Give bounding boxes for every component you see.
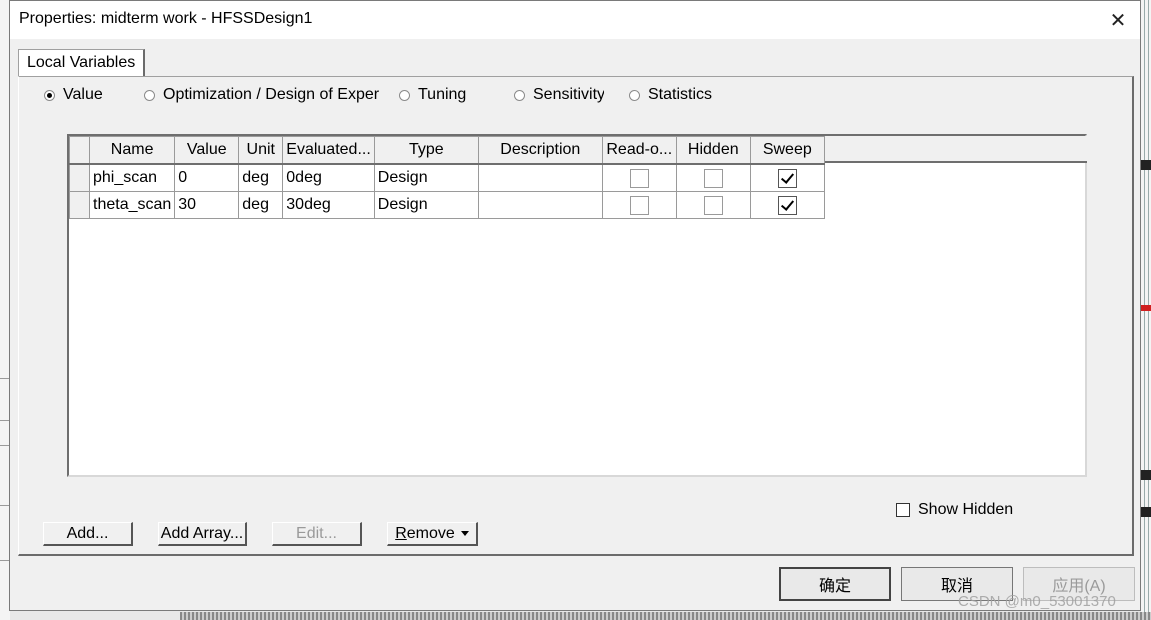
sweep-checkbox[interactable] bbox=[777, 195, 797, 215]
close-button[interactable]: ✕ bbox=[1096, 1, 1140, 39]
read-only-checkbox[interactable] bbox=[629, 195, 649, 215]
radio-dot bbox=[399, 89, 410, 101]
cell-value[interactable]: 0 bbox=[174, 163, 240, 192]
cell-read-only bbox=[601, 191, 677, 219]
window-title: Properties: midterm work - HFSSDesign1 bbox=[19, 10, 313, 27]
column-header-unit[interactable]: Unit bbox=[238, 136, 284, 165]
radio-dot-selected bbox=[44, 89, 55, 101]
title-bar: Properties: midterm work - HFSSDesign1 ✕ bbox=[10, 1, 1140, 39]
radio-dot bbox=[629, 89, 640, 101]
show-hidden-label: Show Hidden bbox=[918, 501, 1014, 518]
cell-unit[interactable]: deg bbox=[238, 191, 284, 219]
column-header-evaluated[interactable]: Evaluated... bbox=[282, 136, 375, 165]
show-hidden-box[interactable] bbox=[896, 503, 910, 517]
radio-statistics[interactable]: Statistics bbox=[629, 85, 729, 105]
cell-hidden bbox=[675, 191, 751, 219]
cell-description[interactable] bbox=[477, 163, 603, 192]
row-header-corner bbox=[69, 136, 90, 165]
column-header-read-only[interactable]: Read-o... bbox=[601, 136, 677, 165]
watermark-text: CSDN @m0_53001370 bbox=[958, 593, 1116, 610]
radio-optimization[interactable]: Optimization / Design of Exper bbox=[144, 85, 388, 105]
radio-sensitivity[interactable]: Sensitivity bbox=[514, 85, 604, 105]
hidden-checkbox[interactable] bbox=[703, 168, 723, 188]
cell-type[interactable]: Design bbox=[373, 191, 479, 219]
column-header-description[interactable]: Description bbox=[477, 136, 603, 165]
radio-value[interactable]: Value bbox=[44, 85, 124, 105]
radio-sensitivity-label: Sensitivity bbox=[533, 86, 604, 103]
add-button[interactable]: Add... bbox=[43, 522, 133, 546]
table-header-row: Name Value Unit Evaluated... Type Descri… bbox=[69, 136, 825, 165]
table-header-filler bbox=[818, 136, 1087, 163]
remove-label: emove bbox=[406, 524, 455, 542]
cell-sweep bbox=[749, 191, 825, 219]
table-row[interactable]: phi_scan 0 deg 0deg Design bbox=[69, 163, 825, 192]
row-header[interactable] bbox=[69, 163, 90, 192]
cell-evaluated: 30deg bbox=[282, 191, 375, 219]
cell-hidden bbox=[675, 163, 751, 192]
remove-mnemonic: R bbox=[395, 524, 407, 542]
read-only-checkbox[interactable] bbox=[629, 168, 649, 188]
radio-value-label: Value bbox=[63, 86, 103, 103]
tab-local-variables[interactable]: Local Variables bbox=[18, 49, 146, 77]
cell-name[interactable]: phi_scan bbox=[88, 163, 176, 192]
variables-table[interactable]: Name Value Unit Evaluated... Type Descri… bbox=[67, 134, 1087, 477]
cell-sweep bbox=[749, 163, 825, 192]
radio-dot bbox=[514, 89, 525, 101]
remove-button[interactable]: Remove bbox=[387, 522, 478, 546]
radio-tuning-label: Tuning bbox=[418, 86, 467, 103]
cell-unit[interactable]: deg bbox=[238, 163, 284, 192]
radio-statistics-label: Statistics bbox=[648, 86, 713, 103]
cell-type[interactable]: Design bbox=[373, 163, 479, 192]
background-app-bottom bbox=[180, 612, 1151, 620]
ok-button[interactable]: 确定 bbox=[779, 567, 891, 601]
column-header-value[interactable]: Value bbox=[174, 136, 240, 165]
table-row[interactable]: theta_scan 30 deg 30deg Design bbox=[69, 191, 825, 219]
add-array-button[interactable]: Add Array... bbox=[158, 522, 247, 546]
cell-read-only bbox=[601, 163, 677, 192]
column-header-type[interactable]: Type bbox=[373, 136, 479, 165]
cell-value[interactable]: 30 bbox=[174, 191, 240, 219]
cell-name[interactable]: theta_scan bbox=[88, 191, 176, 219]
show-hidden-checkbox[interactable]: Show Hidden bbox=[896, 501, 1013, 519]
radio-tuning[interactable]: Tuning bbox=[399, 85, 489, 105]
radio-optimization-label: Optimization / Design of Exper bbox=[163, 86, 380, 103]
row-header[interactable] bbox=[69, 191, 90, 219]
cell-description[interactable] bbox=[477, 191, 603, 219]
properties-dialog: Properties: midterm work - HFSSDesign1 ✕… bbox=[9, 0, 1141, 611]
sweep-checkbox[interactable] bbox=[777, 168, 797, 188]
caret-down-icon bbox=[460, 531, 469, 536]
edit-button[interactable]: Edit... bbox=[272, 522, 362, 546]
column-header-name[interactable]: Name bbox=[88, 136, 176, 165]
column-header-hidden[interactable]: Hidden bbox=[675, 136, 751, 165]
column-header-sweep[interactable]: Sweep bbox=[749, 136, 825, 165]
background-app-right bbox=[1141, 0, 1151, 620]
radio-dot bbox=[144, 89, 155, 101]
hidden-checkbox[interactable] bbox=[703, 195, 723, 215]
cell-evaluated: 0deg bbox=[282, 163, 375, 192]
close-icon: ✕ bbox=[1109, 9, 1127, 32]
